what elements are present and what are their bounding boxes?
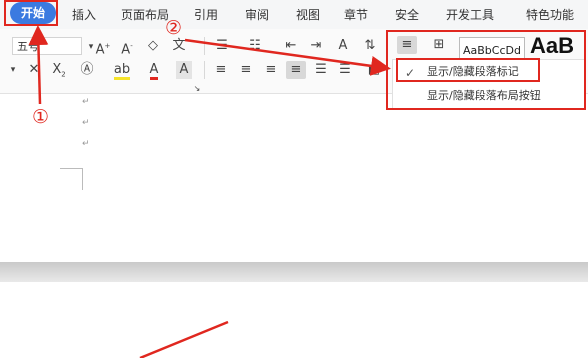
- page-margin-corner-mark: [82, 168, 83, 190]
- annotation-step1-label: ①: [32, 106, 50, 128]
- page-margin-corner-mark: [60, 168, 82, 169]
- annotation-arrow-bottom: [139, 320, 229, 358]
- paragraph-mark: ↵: [82, 118, 90, 128]
- page-gap: [0, 262, 588, 282]
- annotation-arrow-step1: [28, 25, 49, 105]
- paragraph-mark: ↵: [82, 139, 90, 149]
- annotation-arrows: [28, 25, 391, 358]
- annotation-step2-label: ②: [165, 17, 183, 39]
- paragraph-mark: ↵: [82, 97, 90, 107]
- annotation-arrow-step2: [184, 38, 391, 76]
